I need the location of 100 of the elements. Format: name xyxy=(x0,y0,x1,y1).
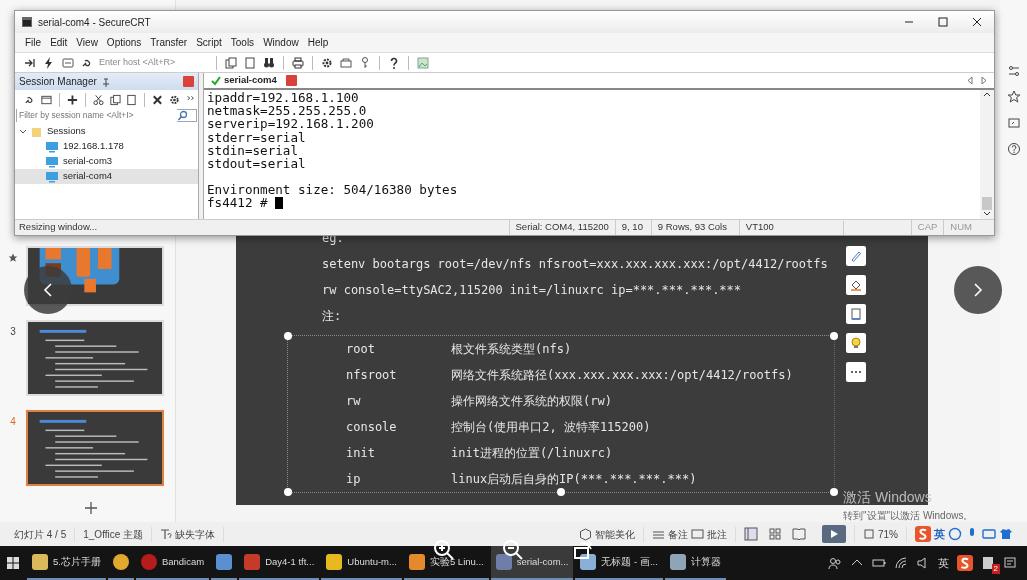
session-tab[interactable]: serial-com4 xyxy=(208,73,280,88)
scrollbar-thumb[interactable] xyxy=(982,197,992,210)
right-arrow-icon[interactable] xyxy=(980,76,988,85)
slide-text: rw console=ttySAC2,115200 init=/linuxrc ip=***.***.***.*** xyxy=(322,282,742,299)
zoom-level[interactable]: 71% xyxy=(878,526,898,542)
pen-icon xyxy=(849,249,863,263)
taskbar-button[interactable]: Day4-1 tft... xyxy=(239,546,320,580)
comments-button[interactable]: 批注 xyxy=(691,526,727,542)
pen-button[interactable] xyxy=(846,246,866,266)
slide-text: setenv bootargs root=/dev/nfs nfsroot=xxx.xxx.xxx.xxx:/opt/4412/rootfs xyxy=(322,256,828,273)
reading-view-icon[interactable] xyxy=(792,527,806,541)
screen-icon[interactable] xyxy=(1006,116,1021,130)
menu-item[interactable]: Script xyxy=(196,35,222,50)
add-icon[interactable] xyxy=(65,92,79,107)
parameter-description: 操作网络文件系统的权限(rw) xyxy=(451,393,612,410)
frame-button[interactable] xyxy=(846,304,866,324)
notes-button[interactable]: 备注 xyxy=(652,526,688,542)
cursor-icon xyxy=(275,197,284,209)
menu-item[interactable]: Options xyxy=(106,35,142,50)
sogou-logo-icon xyxy=(915,526,931,542)
host-field[interactable]: Enter host <Alt+R> xyxy=(99,55,209,70)
parameter-name: console xyxy=(346,419,398,436)
taskbar-button[interactable]: 无标题 - 画... xyxy=(575,546,663,580)
resize-handle[interactable] xyxy=(830,332,838,340)
input-language[interactable]: 英 xyxy=(938,554,949,572)
menu-item[interactable]: Help xyxy=(307,35,329,50)
cut-icon[interactable] xyxy=(91,92,105,107)
fit-icon[interactable] xyxy=(863,528,875,540)
paste-icon[interactable] xyxy=(125,92,139,107)
filter-field[interactable]: Filter by session name <Alt+I> xyxy=(16,109,197,122)
taskbar-button[interactable]: serial-com... xyxy=(490,546,574,580)
fill-icon xyxy=(849,278,863,292)
menu-item[interactable]: Edit xyxy=(50,35,68,50)
action-center-icon[interactable] xyxy=(1003,556,1017,570)
fill-button[interactable] xyxy=(846,275,866,295)
resize-handle[interactable] xyxy=(284,332,292,340)
grid-view-icon[interactable] xyxy=(768,527,782,541)
slide-counter: 幻灯片 4 / 5 xyxy=(14,527,67,542)
terminal-line: ipaddr=192.168.1.100 xyxy=(207,91,359,105)
sogou-logo-icon[interactable] xyxy=(957,555,973,571)
taskbar-button[interactable]: Ubuntu-m... xyxy=(321,546,402,580)
missing-font-button[interactable]: 缺失字体 xyxy=(160,526,216,542)
tree-item[interactable]: 192.168.1.178 xyxy=(15,139,198,154)
menu-item[interactable]: Transfer xyxy=(150,35,188,50)
scroll-down-icon[interactable] xyxy=(982,210,992,218)
font-icon xyxy=(160,528,173,540)
scroll-up-icon[interactable] xyxy=(982,90,992,98)
taskbar-button[interactable]: 实验5 Linu... xyxy=(403,546,489,580)
wifi-icon[interactable] xyxy=(894,556,908,570)
lightbulb-button[interactable] xyxy=(846,333,866,353)
tree-label: serial-com3 xyxy=(63,154,113,169)
copy-icon[interactable] xyxy=(224,55,238,70)
notification-badge: 2 xyxy=(991,564,1000,574)
tree-item[interactable]: serial-com4 xyxy=(15,169,198,184)
tree-item[interactable]: serial-com3 xyxy=(15,154,198,169)
taskbar-button[interactable]: Bandicam xyxy=(135,546,210,580)
tree-label: serial-com4 xyxy=(63,169,113,184)
left-arrow-icon[interactable] xyxy=(966,76,974,85)
shirt-icon[interactable] xyxy=(999,527,1013,541)
beautify-button[interactable]: 智能美化 xyxy=(579,526,635,542)
window-title: serial-com4 - SecureCRT xyxy=(38,15,151,30)
app-icon xyxy=(408,554,425,570)
document-icon[interactable] xyxy=(981,556,995,570)
image-icon[interactable] xyxy=(416,55,430,70)
input-mode[interactable]: 英 xyxy=(934,525,945,543)
tree-label: 192.168.1.178 xyxy=(63,139,124,154)
resize-handle[interactable] xyxy=(830,488,838,496)
windows-logo-icon xyxy=(6,556,20,570)
pin-icon[interactable] xyxy=(100,76,111,87)
slide-thumbnail[interactable] xyxy=(26,410,164,486)
terminal-prompt: fs4412 # xyxy=(207,196,269,210)
menu-item[interactable]: Tools xyxy=(230,35,255,50)
add-slide-icon[interactable] xyxy=(83,501,98,515)
play-button[interactable] xyxy=(822,525,846,543)
menu-item[interactable]: Window xyxy=(263,35,299,50)
copy-icon[interactable] xyxy=(108,92,122,107)
rotate-icon[interactable] xyxy=(572,539,594,561)
menu-item[interactable]: View xyxy=(76,35,98,50)
parameter-name: nfsroot xyxy=(346,367,398,384)
help-icon[interactable] xyxy=(1006,142,1021,156)
find-icon[interactable] xyxy=(262,55,276,70)
smiley-icon[interactable] xyxy=(948,527,962,541)
battery-icon[interactable] xyxy=(872,556,886,570)
more-button[interactable] xyxy=(846,362,866,382)
sliders-icon[interactable] xyxy=(1006,64,1021,78)
menu-item[interactable]: File xyxy=(25,35,42,50)
people-icon[interactable] xyxy=(828,556,842,570)
normal-view-icon[interactable] xyxy=(744,527,758,541)
paste-icon[interactable] xyxy=(243,55,257,70)
resize-handle[interactable] xyxy=(557,488,565,496)
print-icon[interactable] xyxy=(291,55,305,70)
taskbar-button[interactable]: 5.芯片手册 xyxy=(27,546,106,580)
theme-name: 1_Office 主题 xyxy=(83,527,144,542)
chevron-icon[interactable] xyxy=(19,127,27,136)
taskbar-button[interactable]: 计算器 xyxy=(664,546,726,580)
resize-handle[interactable] xyxy=(284,488,292,496)
status-field: Serial: COM4, 115200 xyxy=(508,220,615,235)
star-icon[interactable] xyxy=(1006,90,1021,104)
terminal-line: netmask=255.255.255.0 xyxy=(207,104,367,118)
tree-item[interactable]: Sessions xyxy=(15,124,198,139)
